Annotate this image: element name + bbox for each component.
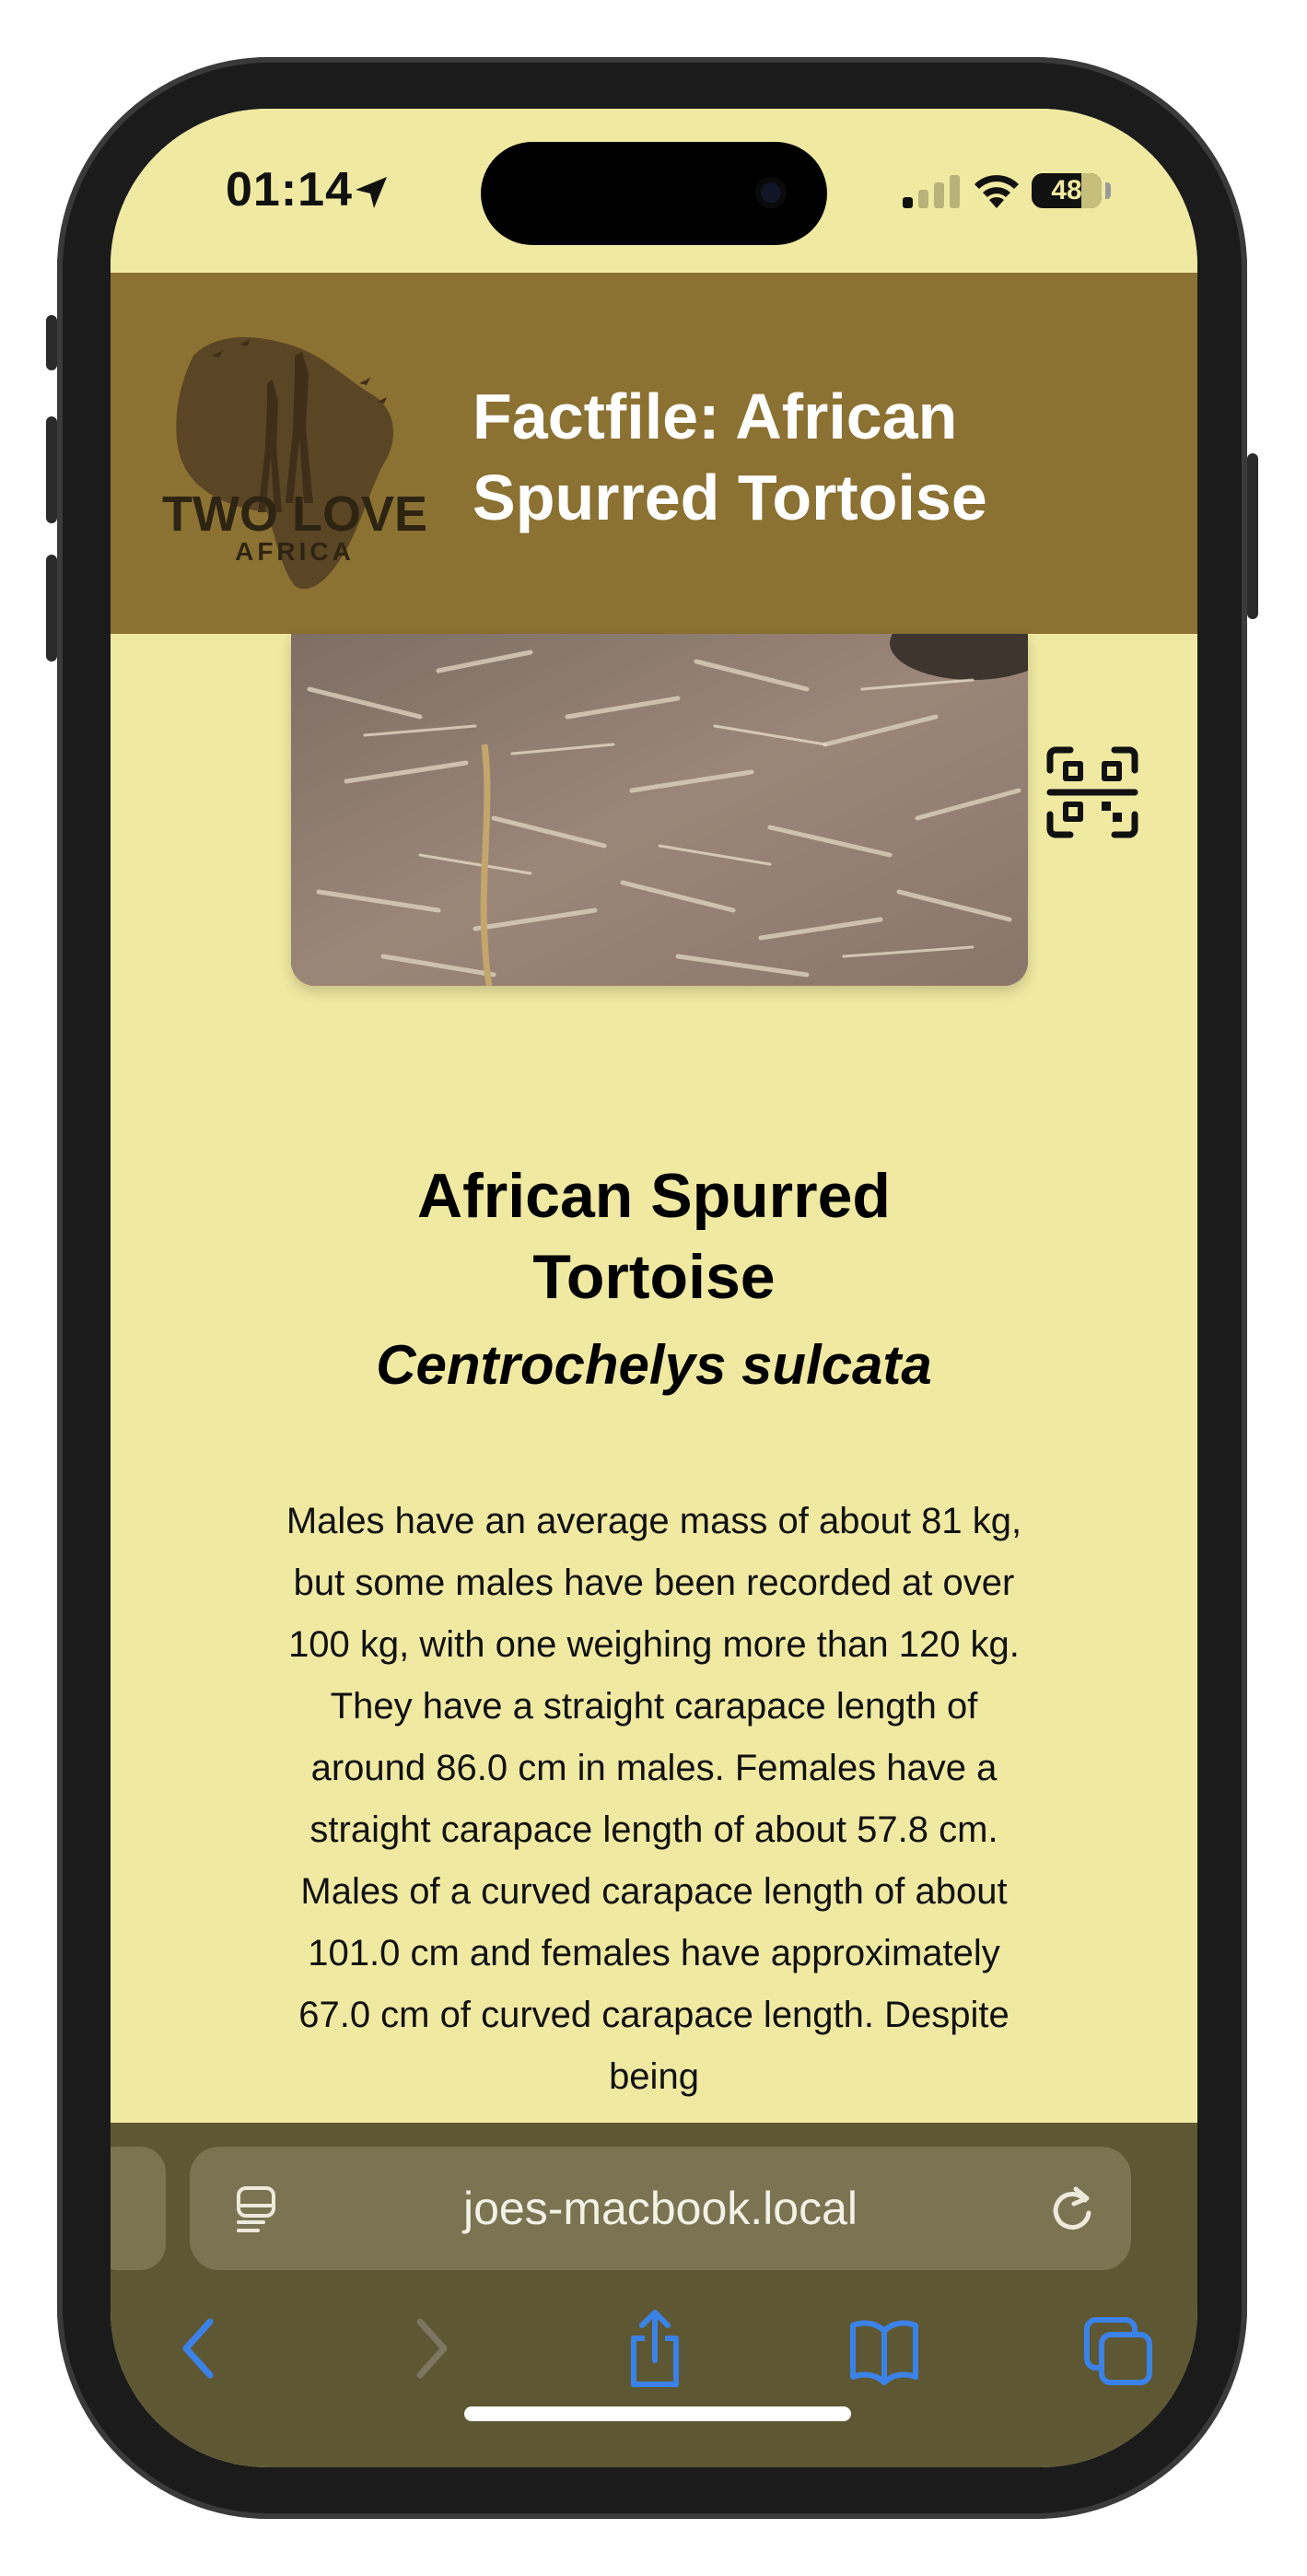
signal-icon [903,175,960,208]
wifi-icon [974,175,1019,208]
logo-text: TWO LOVE [162,486,427,542]
logo-subtext: AFRICA [235,537,355,566]
volume-up-button [46,416,57,523]
status-time: 01:14 [226,163,353,217]
two-love-africa-logo: TWO LOVE AFRICA [162,337,427,590]
dynamic-island [481,142,827,245]
page-title: Factfile: African Spurred Tortoise [473,381,987,533]
battery-level: 48 [1051,175,1082,205]
tortoise-photo [291,634,1028,986]
bookmarks-icon[interactable] [847,2307,921,2390]
address-bar[interactable]: joes-macbook.local [190,2147,1131,2270]
qr-code-icon[interactable] [1046,746,1138,838]
front-camera [755,177,787,208]
action-button [46,315,57,370]
tabs-icon[interactable] [1081,2307,1155,2390]
species-heading: African Spurred Tortoise Centrochelys su… [111,1155,1197,1406]
battery-nub [1105,182,1111,199]
scientific-name: Centrochelys sulcata [376,1334,932,1396]
volume-down-button [46,555,57,662]
power-button [1247,453,1258,619]
page-header: TWO LOVE AFRICA Factfile: African Spurre… [111,273,1197,634]
species-description: Males have an average mass of about 81 k… [286,1501,1022,2097]
share-icon[interactable] [623,2307,687,2390]
status-bar: 01:14 48 [111,109,1197,273]
screen: 01:14 48 TWO LOVE AFRICA Factfile: Afric… [111,109,1197,2467]
previous-tab-preview[interactable] [111,2147,166,2270]
photo-content [291,634,1028,986]
common-name: African Spurred Tortoise [417,1161,891,1312]
reload-icon[interactable] [1048,2184,1096,2233]
back-icon[interactable] [171,2307,227,2390]
location-arrow-icon [356,177,387,208]
home-indicator[interactable] [464,2406,851,2421]
url-text[interactable]: joes-macbook.local [190,2147,1131,2270]
battery-icon: 48 [1032,173,1102,208]
forward-icon[interactable] [403,2307,459,2390]
